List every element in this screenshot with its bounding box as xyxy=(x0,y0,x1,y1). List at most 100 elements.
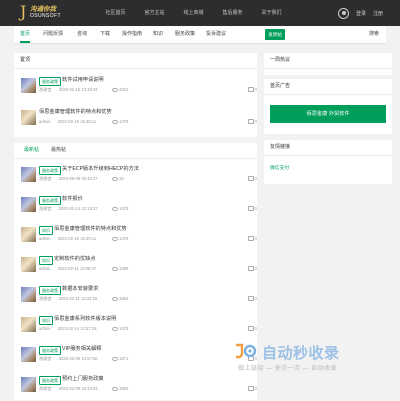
list-item[interactable]: 服务政策 预约上门服务政策 渔歌宫 2022-02-09 16:33:04 15… xyxy=(14,375,257,401)
post-title[interactable]: 预约上门服务政策 xyxy=(62,376,104,383)
post-title[interactable]: 定制软件的优缺点 xyxy=(54,256,96,263)
post-title[interactable]: 软件试用申请说明 xyxy=(62,77,104,84)
post-comments: 0 xyxy=(248,206,257,212)
list-item[interactable]: 服务政策 关于ECP版本升级到HECP的方法 渔歌宫 2024-09-09 00… xyxy=(14,165,257,191)
post-author[interactable]: 渔歌宫 xyxy=(39,356,52,361)
active-tab-indicator xyxy=(20,41,31,43)
category-badge[interactable]: 知识 xyxy=(39,316,53,325)
post-date: 2022-02-14 12:57:29 xyxy=(57,326,97,331)
weekly-hot-heading: 一周热议 xyxy=(264,53,392,69)
post-comments: 0 xyxy=(248,119,257,125)
login-link[interactable]: 登录 xyxy=(356,10,366,17)
post-author[interactable]: 渔歌宫 xyxy=(39,206,52,211)
post-title[interactable]: 佰思金康管理软件的特点和优势 xyxy=(39,109,112,116)
tab-download[interactable]: 下载 xyxy=(100,26,110,43)
post-author[interactable]: 渔歌宫 xyxy=(39,87,52,92)
author-avatar[interactable] xyxy=(21,347,36,362)
post-title[interactable]: 佰思金康系列软件版本说明 xyxy=(54,316,116,323)
post-meta: 渔歌宫 2022-02-15 13:33:34 xyxy=(39,87,104,93)
new-post-button[interactable]: 发新帖 xyxy=(265,29,285,40)
post-author[interactable]: 渔歌宫 xyxy=(39,296,52,301)
comment-icon xyxy=(248,236,254,242)
tab-home[interactable]: 首页 xyxy=(20,26,31,43)
post-author[interactable]: 渔歌宫 xyxy=(39,386,52,391)
list-item[interactable]: 服务政策 软件试用申请说明 渔歌宫 2022-02-15 13:33:34 20… xyxy=(14,76,257,102)
watermark-title: 自动秒收录 xyxy=(262,345,340,362)
tab-knowledge[interactable]: 知识 xyxy=(153,26,163,43)
tab-hottest[interactable]: 最热帖 xyxy=(51,143,66,158)
post-views: 1671 xyxy=(112,356,128,362)
post-comments: 0 xyxy=(248,236,257,242)
tab-feedback[interactable]: 问题反馈 xyxy=(43,26,63,43)
search-link[interactable]: 搜索 xyxy=(369,26,379,43)
watermark: 自动秒收录 做上链接 — 来访一次 — 自动收录 xyxy=(228,338,388,388)
category-badge[interactable]: 服务政策 xyxy=(39,77,61,86)
ad-heading: 首页广告 xyxy=(264,79,392,95)
category-badge[interactable]: 知识 xyxy=(39,256,53,265)
comment-icon xyxy=(248,206,254,212)
post-title[interactable]: VIP服务相关解释 xyxy=(62,346,102,353)
post-views: 2021 xyxy=(112,87,128,93)
author-avatar[interactable] xyxy=(21,377,36,392)
post-author[interactable]: admin xyxy=(39,326,50,331)
author-avatar[interactable] xyxy=(21,287,36,302)
author-avatar[interactable] xyxy=(21,227,36,242)
eye-icon xyxy=(112,119,118,125)
post-title[interactable]: 数据本安装要求 xyxy=(62,286,98,293)
post-views: 1378 xyxy=(112,326,128,332)
site-logo[interactable]: J 沟通你我 OSUNSOFT xyxy=(20,3,82,23)
list-item[interactable]: 服务政策 数据本安装要求 渔歌宫 2022-02-11 13:24:28 166… xyxy=(14,285,257,311)
links-panel: 友情链接 微信支付 xyxy=(264,140,392,184)
post-title[interactable]: 软件报价 xyxy=(62,196,83,203)
post-date: 2022-02-15 16:30:11 xyxy=(57,236,97,241)
list-item[interactable]: 知识 定制软件的优缺点 admin 2022-02-11 13:08:47 13… xyxy=(14,255,257,281)
post-views: 1385 xyxy=(112,266,128,272)
author-avatar[interactable] xyxy=(21,197,36,212)
eye-icon xyxy=(112,296,118,302)
tab-consult[interactable]: 咨询 xyxy=(77,26,87,43)
post-meta: 渔歌宫 2022-02-11 13:24:28 xyxy=(39,296,103,302)
list-item[interactable]: 服务政策 软件报价 渔歌宫 2022-02-14 22:13:37 1378 0 xyxy=(14,195,257,221)
list-item[interactable]: 服务政策 VIP服务相关解释 渔歌宫 2022-02-09 13:57:50 1… xyxy=(14,345,257,371)
post-author[interactable]: admin xyxy=(39,236,50,241)
tab-guide[interactable]: 操作指南 xyxy=(122,26,142,43)
category-badge[interactable]: 服务政策 xyxy=(39,286,61,295)
category-badge[interactable]: 服务政策 xyxy=(39,346,61,355)
tab-suggestions[interactable]: 投诉建议 xyxy=(206,26,226,43)
tab-latest[interactable]: 最新帖 xyxy=(24,143,39,158)
eye-icon xyxy=(112,386,118,392)
list-item[interactable]: 佰思金康管理软件的特点和优势 admin 2022-02-15 16:30:11… xyxy=(14,108,257,134)
friend-link[interactable]: 微信支付 xyxy=(270,164,289,171)
nav-online-store[interactable]: 线上商城 xyxy=(174,0,213,26)
list-item[interactable]: 知识 佰思金康系列软件版本说明 admin 2022-02-14 12:57:2… xyxy=(14,315,257,341)
author-avatar[interactable] xyxy=(21,257,36,272)
list-item[interactable]: 知识 佰思金康管理软件的特点和优势 admin 2022-02-15 16:30… xyxy=(14,225,257,251)
post-author[interactable]: admin xyxy=(39,266,50,271)
tab-service-policy[interactable]: 服务政策 xyxy=(175,26,195,43)
author-avatar[interactable] xyxy=(21,78,36,93)
author-avatar[interactable] xyxy=(21,167,36,182)
category-badge[interactable]: 服务政策 xyxy=(39,376,61,385)
nav-about-us[interactable]: 关于我们 xyxy=(252,0,291,26)
category-badge[interactable]: 服务政策 xyxy=(39,196,61,205)
comment-icon xyxy=(248,296,254,302)
user-avatar-icon[interactable] xyxy=(338,7,349,19)
post-views: 1379 xyxy=(112,119,128,125)
post-date: 2024-09-09 00:40:37 xyxy=(58,176,98,181)
post-author[interactable]: admin xyxy=(39,119,50,124)
ad-banner-button[interactable]: 佰思金康 外贸软件 xyxy=(270,105,386,123)
post-author[interactable]: 渔歌宫 xyxy=(39,176,52,181)
nav-after-sales[interactable]: 售后服务 xyxy=(213,0,252,26)
author-avatar[interactable] xyxy=(21,317,36,332)
post-title[interactable]: 关于ECP版本升级到HECP的方法 xyxy=(62,166,139,173)
feed-panel: 最新帖 最热帖 服务政策 关于ECP版本升级到HECP的方法 渔歌宫 2024-… xyxy=(14,143,257,400)
post-views: 1583 xyxy=(112,386,128,392)
post-date: 2022-02-11 13:08:47 xyxy=(57,266,97,271)
nav-community-home[interactable]: 社区首页 xyxy=(96,0,135,26)
author-avatar[interactable] xyxy=(21,110,36,125)
category-badge[interactable]: 知识 xyxy=(39,226,53,235)
register-link[interactable]: 注册 xyxy=(373,10,383,17)
post-title[interactable]: 佰思金康管理软件的特点和优势 xyxy=(54,226,127,233)
nav-official-site[interactable]: 官方主站 xyxy=(135,0,174,26)
category-badge[interactable]: 服务政策 xyxy=(39,166,61,175)
